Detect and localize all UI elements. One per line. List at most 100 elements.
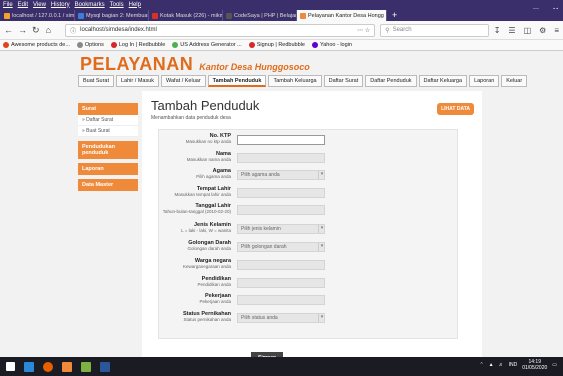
clock[interactable]: 14:19 01/05/2020 bbox=[522, 359, 547, 371]
reload-icon[interactable]: ↻ bbox=[32, 25, 40, 36]
bookmark-item[interactable]: Log In | Redbubble bbox=[110, 42, 166, 48]
sidebar-pendudukan[interactable]: Pendudukan penduduk bbox=[78, 141, 138, 159]
page-description: Menambahkan data penduduk desa bbox=[151, 115, 231, 121]
field-label-group: Agama Pilih agama anda bbox=[196, 168, 231, 179]
golongan-darah-select[interactable]: Pilih golongan darah bbox=[237, 242, 325, 252]
page-info-icon[interactable]: ⓘ bbox=[70, 26, 76, 35]
field-hint: Kewarganegaraan anda bbox=[182, 264, 231, 269]
page-viewport: PELAYANAN Kantor Desa Hunggosoco Buat Su… bbox=[0, 51, 563, 364]
menu-item-file[interactable]: File bbox=[3, 2, 13, 8]
sidebar-toggle-icon[interactable]: ◫ bbox=[524, 26, 532, 35]
bookmark-item[interactable]: US Address Generator ... bbox=[172, 42, 242, 48]
browser-tab[interactable]: Mysql bagian 2: Membuat ko× bbox=[75, 10, 149, 21]
pekerjaan-input[interactable] bbox=[237, 295, 325, 305]
menu-item-edit[interactable]: Edit bbox=[18, 2, 28, 8]
download-icon[interactable]: ↧ bbox=[494, 26, 501, 35]
menu-bar: File Edit View History Bookmarks Tools Help bbox=[0, 0, 563, 9]
nav-item-lahir-masuk[interactable]: Lahir / Masuk bbox=[116, 75, 160, 87]
warga-negara-input[interactable] bbox=[237, 260, 325, 270]
sidebar-item-buat-surat[interactable]: » Buat Surat bbox=[78, 126, 138, 137]
menu-item-history[interactable]: History bbox=[51, 2, 70, 8]
library-icon[interactable]: ☰ bbox=[508, 26, 515, 35]
field-hint: Pekerjaan anda bbox=[199, 299, 231, 304]
tools-taskbar-icon[interactable] bbox=[81, 361, 91, 372]
nav-item-daftar-keluarga[interactable]: Daftar Keluarga bbox=[418, 75, 468, 87]
volume-icon[interactable]: ♬ bbox=[499, 362, 504, 368]
language-indicator[interactable]: IND bbox=[509, 362, 518, 368]
home-icon[interactable]: ⌂ bbox=[45, 25, 53, 35]
bookmark-favicon-icon bbox=[248, 42, 255, 48]
browser-tab[interactable]: Kotak Masuk (226) - mikmaki× bbox=[149, 10, 223, 21]
notification-icon[interactable]: ▭ bbox=[552, 362, 557, 368]
url-bar[interactable]: ⓘ localhost/simdesa/index.html ⋯ ☆ bbox=[65, 23, 376, 37]
forward-icon[interactable]: → bbox=[18, 25, 27, 35]
field-hint: Masukkan nama anda bbox=[186, 157, 231, 162]
tray-arrow-icon[interactable]: ⌃ bbox=[479, 362, 483, 368]
bookmark-item[interactable]: Awesome products de... bbox=[3, 42, 70, 48]
bookmark-item[interactable]: Options bbox=[76, 42, 104, 48]
search-input[interactable]: ⚲ Search bbox=[380, 23, 489, 37]
menu-item-tools[interactable]: Tools bbox=[110, 2, 124, 8]
menu-item-bookmarks[interactable]: Bookmarks bbox=[75, 2, 105, 8]
extension-icon[interactable]: ⚙ bbox=[539, 26, 546, 35]
site-title: PELAYANAN bbox=[80, 54, 194, 74]
nav-item-tambah-penduduk[interactable]: Tambah Penduduk bbox=[207, 75, 267, 87]
bookmark-favicon-icon bbox=[3, 42, 9, 48]
network-icon[interactable]: ▲ bbox=[489, 362, 494, 368]
agama-select[interactable]: Pilih agama anda bbox=[237, 170, 325, 180]
bookmark-item[interactable]: Yahoo - login bbox=[311, 42, 352, 48]
bookmark-item[interactable]: Signup | Redbubble bbox=[248, 42, 305, 48]
menu-item-view[interactable]: View bbox=[33, 2, 46, 8]
menu-icon[interactable]: ≡ bbox=[554, 26, 559, 35]
field-hint: Tahun-bulan-tanggal (2010-02-20) bbox=[162, 209, 231, 214]
pendidikan-input[interactable] bbox=[237, 278, 325, 288]
field-hint: L = laki - laki, W = wanita bbox=[181, 228, 231, 233]
field-hint: Masukkan no ktp anda bbox=[185, 139, 231, 144]
lihat-data-button[interactable]: LIHAT DATA bbox=[437, 103, 474, 115]
status-pernikahan-select[interactable]: Pilih status anda bbox=[237, 313, 325, 323]
tab-label: Mysql bagian 2: Membuat ko bbox=[86, 12, 149, 19]
jenis-kelamin-select[interactable]: Pilih jenis kelamin bbox=[237, 224, 325, 234]
browser-tab[interactable]: localhost / 127.0.0.1 / simdes× bbox=[1, 10, 75, 21]
firefox-taskbar-icon[interactable] bbox=[43, 361, 53, 372]
search-placeholder: Search bbox=[392, 27, 412, 33]
tanggal-lahir-input[interactable] bbox=[237, 205, 325, 215]
site-subtitle: Kantor Desa Hunggosoco bbox=[199, 62, 310, 72]
nav-item-buat-surat[interactable]: Buat Surat bbox=[78, 75, 114, 87]
field-label-group: Jenis Kelamin L = laki - laki, W = wanita bbox=[181, 222, 231, 233]
taskbar: ⌃ ▲ ♬ IND 14:19 01/05/2020 ▭ bbox=[0, 357, 563, 376]
menu-item-help[interactable]: Help bbox=[129, 2, 141, 8]
dropdown-arrow-icon: ▾ bbox=[318, 171, 325, 179]
browser-tab[interactable]: Pelayanan Kantor Desa Hongg× bbox=[297, 10, 387, 21]
tempat-lahir-input[interactable] bbox=[237, 188, 325, 198]
browser-tab[interactable]: CodeSaya | PHP | Belajar× bbox=[223, 10, 297, 21]
page-title: Tambah Penduduk bbox=[151, 98, 260, 113]
task-view-icon[interactable] bbox=[24, 361, 34, 372]
back-icon[interactable]: ← bbox=[4, 25, 13, 35]
word-taskbar-icon[interactable] bbox=[100, 361, 110, 372]
sidebar-laporan[interactable]: Laporan bbox=[78, 163, 138, 175]
bookmark-label: Log In | Redbubble bbox=[118, 42, 166, 48]
bookmark-favicon-icon bbox=[311, 42, 318, 48]
sidebar-data-master[interactable]: Data Master bbox=[78, 179, 138, 191]
bookmark-favicon-icon bbox=[172, 42, 179, 48]
nav-item-wafat-keluar[interactable]: Wafat / Keluar bbox=[161, 75, 206, 87]
sidebar-surat[interactable]: Surat bbox=[78, 103, 138, 115]
xampp-taskbar-icon[interactable] bbox=[62, 361, 72, 372]
page-actions-icon[interactable]: ⋯ ☆ bbox=[357, 27, 370, 34]
nav-item-laporan[interactable]: Laporan bbox=[469, 75, 500, 87]
no-ktp-input[interactable] bbox=[237, 135, 325, 145]
sidebar-item-daftar-surat[interactable]: » Daftar Surat bbox=[78, 115, 138, 126]
nav-item-keluar[interactable]: Keluar bbox=[501, 75, 528, 87]
new-tab-icon[interactable]: + bbox=[387, 10, 397, 21]
nav-item-daftar-surat[interactable]: Daftar Surat bbox=[323, 75, 364, 87]
windows-start-icon[interactable] bbox=[6, 362, 15, 371]
nav-item-tambah-keluarga[interactable]: Tambah Keluarga bbox=[268, 75, 322, 87]
field-hint: Status pernikahan anda bbox=[183, 317, 231, 322]
nama-input[interactable] bbox=[237, 153, 325, 163]
url-text: localhost/simdesa/index.html bbox=[80, 27, 157, 33]
tab-favicon-icon bbox=[4, 12, 10, 19]
nav-item-daftar-penduduk[interactable]: Daftar Penduduk bbox=[365, 75, 417, 87]
field-hint: Pendidikan anda bbox=[197, 282, 231, 287]
field-label-group: Warga negara Kewarganegaraan anda bbox=[183, 258, 231, 269]
